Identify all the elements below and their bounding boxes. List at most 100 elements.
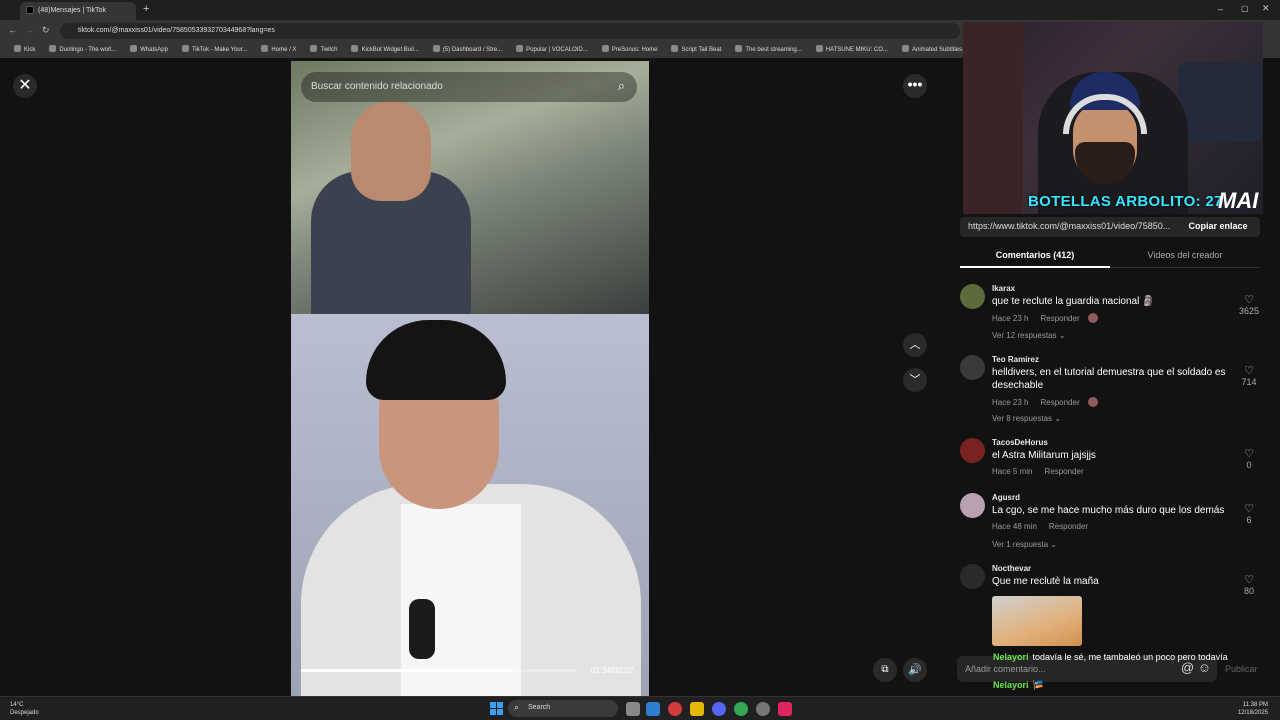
- more-options-button[interactable]: •••: [903, 74, 927, 98]
- previous-video-button[interactable]: ︿: [903, 333, 927, 357]
- video-progress-bar[interactable]: [301, 669, 577, 672]
- avatar[interactable]: [960, 564, 985, 589]
- clock-time: 11:38 PM: [1242, 702, 1268, 708]
- bookmark-label: Animated Subtitles...: [911, 47, 968, 53]
- forward-icon[interactable]: →: [25, 25, 34, 35]
- reply-button[interactable]: Responder: [1040, 398, 1079, 407]
- avatar[interactable]: [960, 438, 985, 463]
- pip-icon[interactable]: ⧉: [873, 658, 897, 682]
- back-icon[interactable]: ←: [8, 25, 17, 35]
- bookmark-label: PreSonus: Home: [611, 47, 658, 53]
- comment-user[interactable]: Nocthevar: [992, 564, 1031, 573]
- bookmark-icon: [671, 45, 679, 52]
- bookmark-item[interactable]: TikTok - Make Your...: [181, 42, 247, 58]
- bookmark-item[interactable]: PreSonus: Home: [601, 42, 658, 58]
- discord-icon[interactable]: [712, 702, 726, 716]
- bookmark-icon: [351, 45, 359, 52]
- chrome-icon[interactable]: [734, 702, 748, 716]
- related-search-input[interactable]: Buscar contenido relacionado ⌕: [301, 72, 637, 102]
- bookmark-item[interactable]: Home / X: [261, 42, 296, 58]
- stream-chat-line: Nelayori todavía le sé, me tambaleó un po…: [993, 652, 1228, 662]
- view-replies-button[interactable]: Ver 12 respuestas ⌄: [992, 331, 1065, 340]
- minimize-icon[interactable]: –: [1218, 4, 1223, 14]
- bookmark-label: Duolingo - The worl...: [59, 47, 117, 53]
- weather-widget[interactable]: 14°C Despejado: [10, 701, 39, 717]
- music-icon[interactable]: [778, 702, 792, 716]
- comment-time: Hace 23 h: [992, 314, 1029, 323]
- reload-icon[interactable]: ↻: [42, 25, 50, 36]
- comment-meta: Hace 23 h Responder: [992, 313, 1098, 323]
- app-icon[interactable]: [668, 702, 682, 716]
- like-button[interactable]: ♡ 0: [1236, 448, 1262, 470]
- reply-button[interactable]: Responder: [1040, 314, 1079, 323]
- copy-link-button[interactable]: Copiar enlace: [1176, 217, 1260, 237]
- bookmark-item[interactable]: Duolingo - The worl...: [49, 42, 116, 58]
- bookmark-label: The best streaming...: [745, 47, 802, 53]
- comment-text: helldivers, en el tutorial demuestra que…: [992, 367, 1226, 391]
- new-tab-icon[interactable]: +: [143, 3, 149, 15]
- reply-button[interactable]: Responder: [1044, 467, 1083, 476]
- comment-user[interactable]: Teo Ramirez: [992, 355, 1039, 364]
- bookmark-item[interactable]: The best streaming...: [735, 42, 802, 58]
- taskbar-search-label: Search: [528, 704, 551, 711]
- emoji-icon[interactable]: ☺: [1198, 660, 1211, 675]
- search-icon[interactable]: ⌕: [618, 78, 625, 94]
- related-search-placeholder: Buscar contenido relacionado: [311, 81, 443, 92]
- maximize-icon[interactable]: ▢: [1241, 4, 1249, 13]
- mention-icon[interactable]: @: [1181, 660, 1194, 675]
- next-video-button[interactable]: ﹀: [903, 368, 927, 392]
- video-player[interactable]: Buscar contenido relacionado ⌕ 01:34/02:…: [291, 61, 649, 696]
- video-progress-fill: [301, 669, 514, 672]
- view-replies-button[interactable]: Ver 1 respuesta ⌄: [992, 540, 1057, 549]
- edge-icon[interactable]: [646, 702, 660, 716]
- bookmark-item[interactable]: KickBot Widget Buil...: [351, 42, 419, 58]
- chat-text: todavía le sé, me tambaleó un poco pero …: [1032, 652, 1228, 662]
- close-window-icon[interactable]: ✕: [1262, 3, 1270, 14]
- bookmark-item[interactable]: WhatsApp: [130, 42, 168, 58]
- url-field[interactable]: tiktok.com/@maxxiss01/video/758505339327…: [60, 23, 960, 39]
- bookmark-label: WhatsApp: [140, 47, 168, 53]
- file-explorer-icon[interactable]: [690, 702, 704, 716]
- volume-icon[interactable]: 🔊: [903, 658, 927, 682]
- avatar[interactable]: [960, 493, 985, 518]
- bookmark-icon: [181, 45, 189, 52]
- bookmark-item[interactable]: Script Tail Beat: [671, 42, 721, 58]
- like-button[interactable]: ♡ 3625: [1236, 294, 1262, 316]
- close-video-button[interactable]: ✕: [13, 74, 37, 98]
- view-replies-button[interactable]: Ver 8 respuestas ⌄: [992, 414, 1061, 423]
- like-button[interactable]: ♡ 6: [1236, 503, 1262, 525]
- tab-comments[interactable]: Comentarios (412): [960, 250, 1110, 268]
- chat-text: 🎏: [1032, 680, 1044, 690]
- comment-user[interactable]: TacosDeHorus: [992, 438, 1048, 447]
- bookmark-icon: [310, 45, 318, 52]
- weather-desc: Despejado: [10, 710, 39, 716]
- like-count: 3625: [1238, 306, 1260, 316]
- like-button[interactable]: ♡ 80: [1236, 574, 1262, 596]
- task-view-icon[interactable]: [626, 702, 640, 716]
- settings-icon[interactable]: [756, 702, 770, 716]
- bookmark-item[interactable]: Popular | VOCALOID...: [516, 42, 588, 58]
- bookmark-item[interactable]: Animated Subtitles...: [901, 42, 968, 58]
- bookmark-item[interactable]: (5) Dashboard / Stre...: [432, 42, 502, 58]
- bookmark-item[interactable]: Kick: [14, 42, 35, 58]
- bookmark-icon: [14, 45, 21, 52]
- avatar[interactable]: [960, 284, 985, 309]
- bookmark-icon: [49, 45, 57, 52]
- browser-tab-tiktok[interactable]: (48)Mensajes | TikTok: [20, 2, 136, 20]
- bookmark-item[interactable]: Twitch: [310, 42, 337, 58]
- reply-button[interactable]: Responder: [1049, 522, 1088, 531]
- post-button[interactable]: Publicar: [1225, 664, 1258, 674]
- like-button[interactable]: ♡ 714: [1236, 365, 1262, 387]
- comment-user[interactable]: Ikarax: [992, 284, 1015, 293]
- tab-creator-videos[interactable]: Videos del creador: [1110, 250, 1260, 260]
- avatar[interactable]: [960, 355, 985, 380]
- bookmark-label: Twitch: [320, 47, 338, 53]
- start-icon[interactable]: [490, 702, 503, 715]
- system-clock[interactable]: 11:38 PM 12/18/2025: [1238, 701, 1268, 717]
- taskbar-search[interactable]: ⌕ Search: [508, 700, 618, 717]
- heart-icon: ♡: [1244, 294, 1254, 306]
- comment-user[interactable]: Agusrd: [992, 493, 1020, 502]
- bookmark-item[interactable]: HATSUNE MIKU: CO...: [815, 42, 888, 58]
- view-replies-label: Ver 12 respuestas: [992, 331, 1057, 340]
- comment-gif-image[interactable]: [992, 596, 1082, 646]
